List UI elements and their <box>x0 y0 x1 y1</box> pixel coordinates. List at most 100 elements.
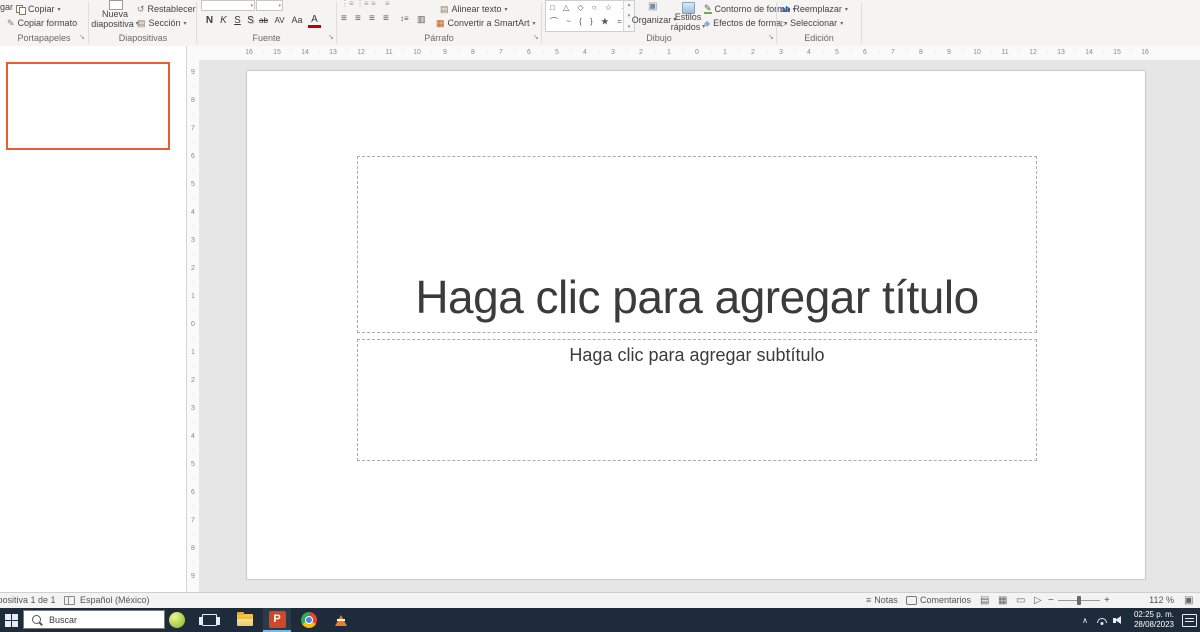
ruler-number: 8 <box>191 97 195 104</box>
network-button[interactable] <box>1094 608 1110 632</box>
quick-styles-button[interactable]: Estilos rápidos ▾ <box>668 12 708 32</box>
slide[interactable]: Haga clic para agregar título Haga clic … <box>246 70 1146 580</box>
shapes-gallery[interactable]: □ △ ◇ ○ ☆ → ⌒ ~ { } ★ = ▴ ▾ ▾ <box>545 0 635 32</box>
bold-button[interactable]: N <box>203 14 216 27</box>
search-input[interactable] <box>47 613 151 626</box>
ruler-tick: · <box>989 48 993 55</box>
chevron-up-icon: ∧ <box>1082 615 1088 625</box>
chevron-down-icon: ▾ <box>278 2 281 9</box>
change-case-button[interactable]: Aa <box>289 14 305 27</box>
slide-thumbnail-panel[interactable] <box>0 46 187 593</box>
text-shadow-button[interactable]: S <box>244 14 257 27</box>
ruler-number: 3 <box>191 237 195 244</box>
ruler-number: 16 <box>245 49 253 56</box>
zoom-out-button[interactable]: − <box>1048 594 1054 607</box>
align-text-button[interactable]: ▤ Alinear texto ▾ <box>440 4 508 14</box>
font-color-button[interactable]: A <box>308 15 321 28</box>
taskbar-search[interactable] <box>23 610 165 629</box>
ruler-tick: · <box>1017 48 1021 55</box>
ribbon-group-clipboard: gar Copiar ▾ ✎ Copiar formato Portapapel… <box>0 0 88 46</box>
section-button[interactable]: ▤ Sección ▾ <box>137 18 187 28</box>
subtitle-placeholder[interactable]: Haga clic para agregar subtítulo <box>357 339 1037 461</box>
ruler-tick: · <box>569 48 573 55</box>
clipboard-dialog-launcher-icon[interactable]: ↘ <box>79 34 85 41</box>
indent-increase-icon[interactable]: ≡ <box>385 0 390 8</box>
slideshow-view-button[interactable]: ▷ <box>1034 594 1042 607</box>
numbering-icon[interactable]: ⋮≡ <box>356 0 369 8</box>
paste-button-partial[interactable]: gar <box>0 2 13 12</box>
bullets-icon[interactable]: ⋮≡ <box>341 0 354 8</box>
gallery-more-icon[interactable]: ▾ <box>628 24 631 30</box>
start-button[interactable] <box>0 608 22 632</box>
character-spacing-button[interactable]: AV <box>272 14 287 27</box>
scroll-up-icon[interactable]: ▴ <box>628 2 631 8</box>
ruler-number: 6 <box>191 153 195 160</box>
align-center-button[interactable]: ≡ <box>355 13 361 25</box>
comments-button[interactable]: Comentarios <box>906 595 971 605</box>
zoom-in-button[interactable]: + <box>1104 594 1110 607</box>
font-size-combo[interactable]: ▾ <box>256 0 283 11</box>
ruler-number: 7 <box>891 49 895 56</box>
indent-decrease-icon[interactable]: ≡ <box>371 0 376 8</box>
reset-slide-button[interactable]: ↺ Restablecer <box>137 4 196 14</box>
ruler-tick: · <box>457 48 461 55</box>
convert-smartart-button[interactable]: ▦ Convertir a SmartArt ▾ <box>436 18 536 28</box>
chrome-button[interactable] <box>295 608 323 632</box>
action-center-button[interactable] <box>1178 608 1200 632</box>
align-left-button[interactable]: ≡ <box>341 13 347 25</box>
search-highlight-button[interactable] <box>163 608 191 632</box>
scroll-down-icon[interactable]: ▾ <box>628 13 631 19</box>
paragraph-dialog-launcher-icon[interactable]: ↘ <box>533 34 539 41</box>
tray-expand-button[interactable]: ∧ <box>1078 608 1092 632</box>
underline-button[interactable]: S <box>231 14 244 27</box>
spellcheck-icon[interactable] <box>64 596 75 605</box>
italic-button[interactable]: K <box>217 14 230 27</box>
section-label: Sección <box>148 18 181 28</box>
format-painter-button[interactable]: ✎ Copiar formato <box>7 18 77 28</box>
slide-sorter-view-button[interactable]: ▦ <box>998 594 1007 607</box>
font-dialog-launcher-icon[interactable]: ↘ <box>328 34 334 41</box>
ruler-tick: · <box>709 48 713 55</box>
taskbar-clock[interactable]: 02:25 p. m. 28/08/2023 <box>1124 610 1174 630</box>
replace-button[interactable]: ab Reemplazar ▾ <box>781 4 848 14</box>
ruler-number: 5 <box>835 49 839 56</box>
font-name-combo[interactable]: ▾ <box>201 0 255 11</box>
slide-canvas: Haga clic para agregar título Haga clic … <box>199 60 1200 593</box>
powerpoint-taskbar-button[interactable]: P <box>263 608 291 632</box>
normal-view-button[interactable]: ▤ <box>980 594 989 607</box>
title-placeholder[interactable]: Haga clic para agregar título <box>357 156 1037 333</box>
copy-button[interactable]: Copiar ▾ <box>16 4 61 15</box>
ruler-number: 14 <box>1085 49 1093 56</box>
justify-button[interactable]: ≡ <box>383 13 389 25</box>
language-status[interactable]: Español (México) <box>80 595 150 605</box>
columns-button[interactable]: ▥ <box>417 13 426 25</box>
file-explorer-button[interactable] <box>231 608 259 632</box>
drawing-dialog-launcher-icon[interactable]: ↘ <box>768 34 774 41</box>
powerpoint-app: gar Copiar ▾ ✎ Copiar formato Portapapel… <box>0 0 1200 632</box>
align-text-icon: ▤ <box>440 3 449 14</box>
ruler-number: 1 <box>191 293 195 300</box>
smartart-label: Convertir a SmartArt <box>447 18 530 28</box>
zoom-slider-thumb[interactable] <box>1077 596 1081 605</box>
select-button[interactable]: ▷ Seleccionar ▾ <box>781 18 843 28</box>
align-right-button[interactable]: ≡ <box>369 13 375 25</box>
fit-slide-to-window-button[interactable]: ▣ <box>1184 594 1193 607</box>
notes-button[interactable]: ≡ Notas <box>866 595 898 605</box>
clipboard-group-label: Portapapeles <box>17 33 71 43</box>
line-spacing-button[interactable]: ↕≡ <box>400 13 409 25</box>
reading-view-button[interactable]: ▭ <box>1016 594 1025 607</box>
ruler-tick: · <box>191 139 195 146</box>
shape-effects-button[interactable]: ◆ Efectos de forma ▾ <box>704 18 787 28</box>
task-view-button[interactable] <box>195 608 223 632</box>
slide-thumbnail-1[interactable] <box>6 62 170 150</box>
ruler-number: 9 <box>191 573 195 580</box>
ruler-tick: · <box>345 48 349 55</box>
strikethrough-button[interactable]: ab <box>257 14 270 27</box>
zoom-level[interactable]: 112 % <box>1130 595 1174 605</box>
ruler-number: 5 <box>191 461 195 468</box>
select-label: Seleccionar <box>790 18 838 28</box>
slide-counter: Diapositiva 1 de 1 <box>0 595 56 605</box>
vlc-button[interactable] <box>327 608 355 632</box>
new-slide-button[interactable]: Nueva diapositiva ▾ <box>90 9 140 29</box>
ruler-number: 0 <box>695 49 699 56</box>
